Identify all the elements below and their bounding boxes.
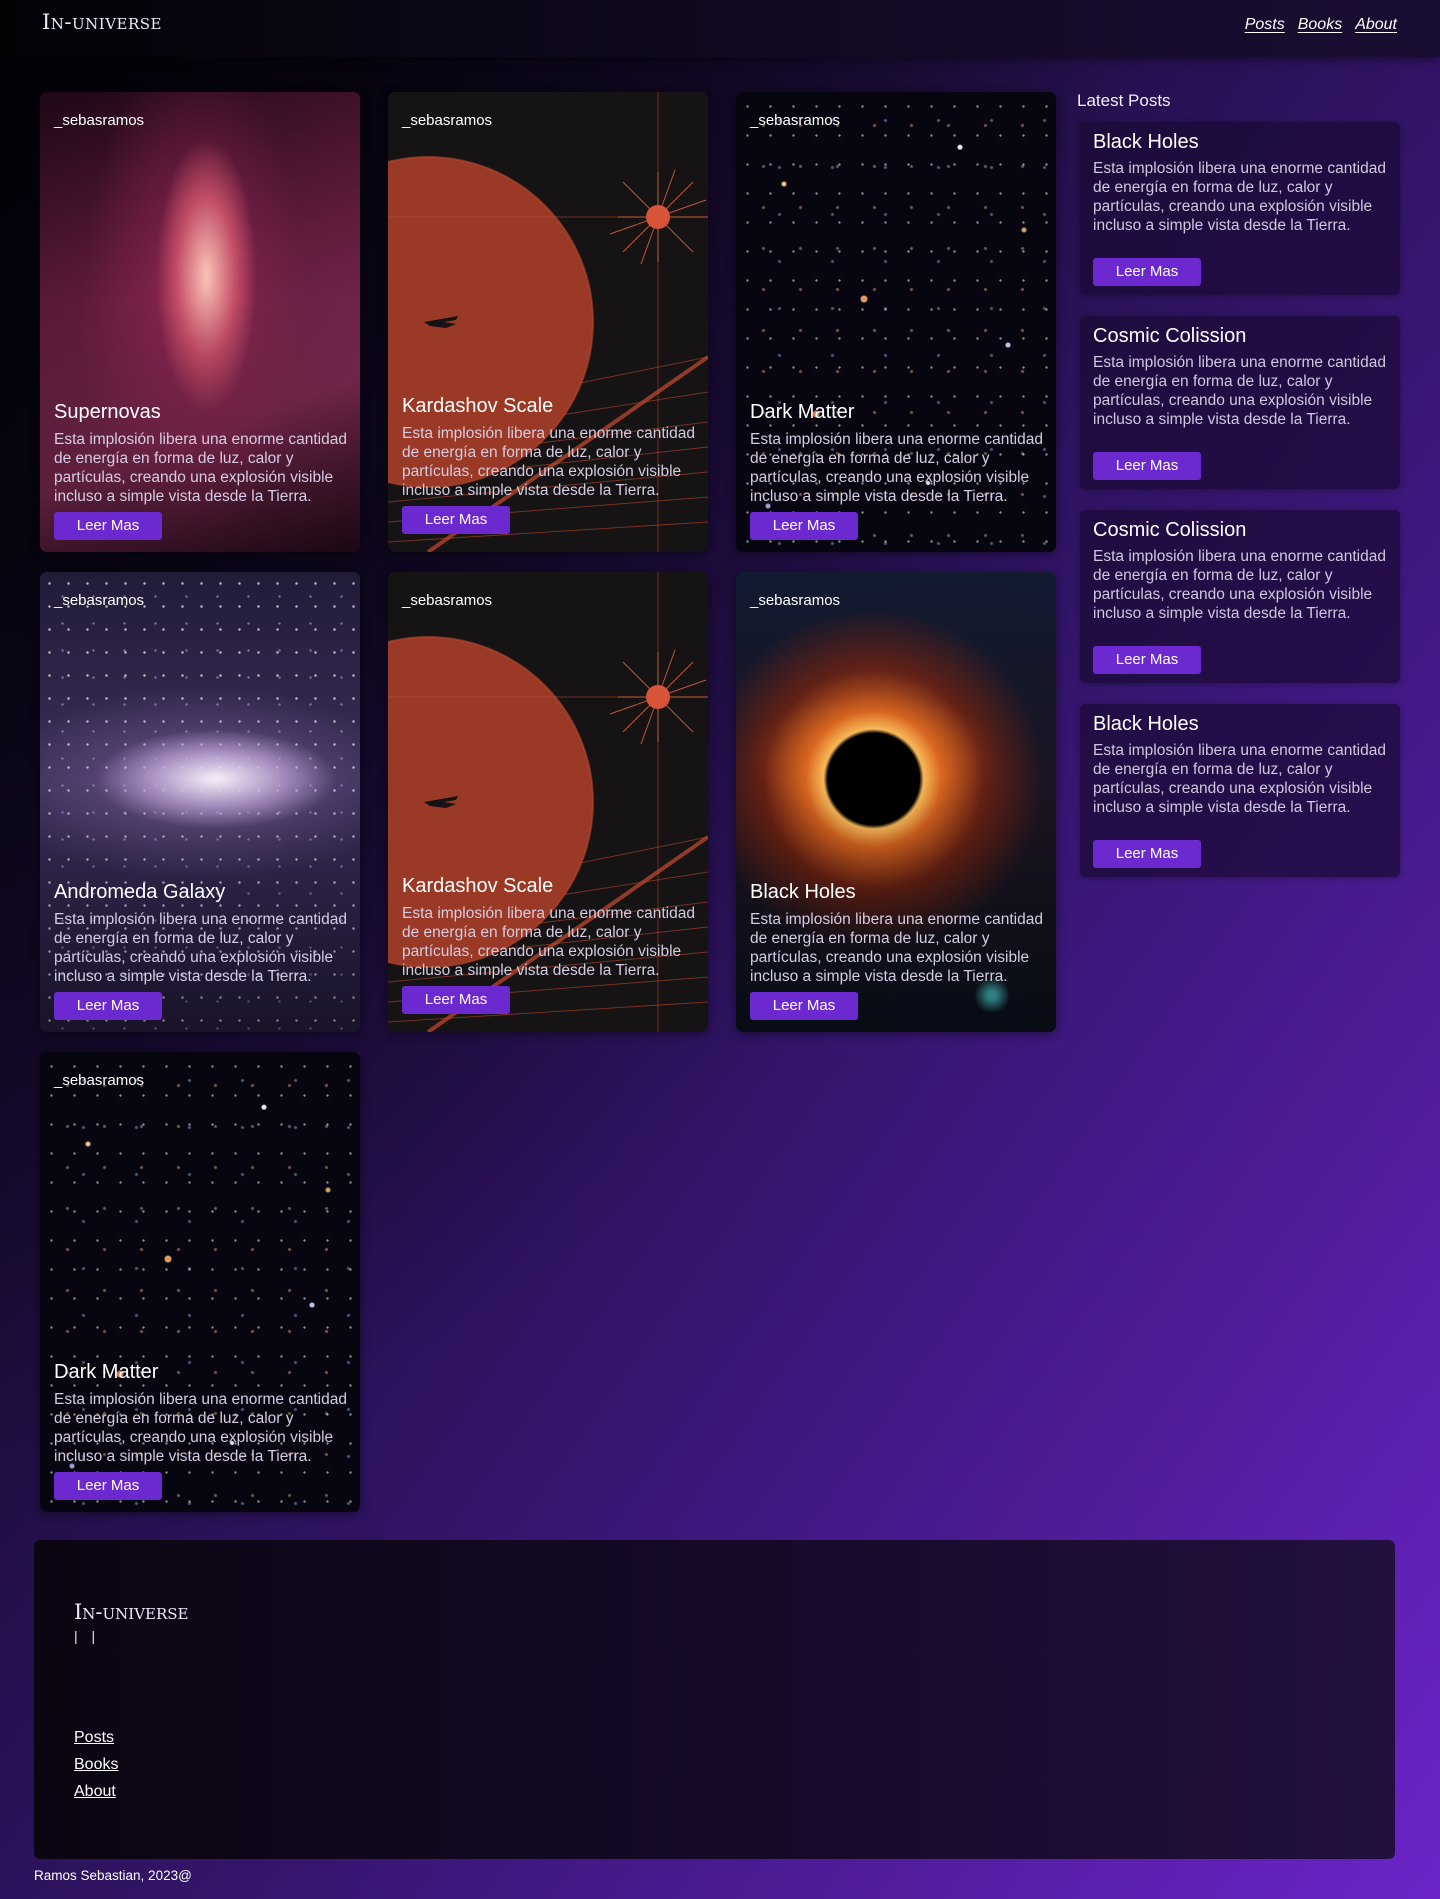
- latest-post-item[interactable]: Black Holes Esta implosión libera una en…: [1080, 122, 1400, 295]
- card-excerpt: Esta implosión libera una enorme cantida…: [402, 425, 695, 499]
- read-more-button[interactable]: Leer Mas: [54, 992, 162, 1020]
- card-author: _sebasramos: [750, 112, 841, 129]
- card-body: Dark Matter Esta implosión libera una en…: [54, 1361, 348, 1500]
- latest-post-excerpt: Esta implosión libera una enorme cantida…: [1093, 742, 1386, 816]
- card-body: Supernovas Esta implosión libera una eno…: [54, 401, 348, 540]
- read-more-button[interactable]: Leer Mas: [402, 506, 510, 534]
- top-navbar: In-universe Posts Books About: [0, 0, 1440, 57]
- read-more-button[interactable]: Leer Mas: [402, 986, 510, 1014]
- latest-post-item[interactable]: Cosmic Colission Esta implosión libera u…: [1080, 316, 1400, 489]
- latest-post-excerpt: Esta implosión libera una enorme cantida…: [1093, 354, 1386, 428]
- footer-link-about[interactable]: About: [74, 1782, 118, 1802]
- read-more-button[interactable]: Leer Mas: [1093, 452, 1201, 480]
- latest-post-item[interactable]: Black Holes Esta implosión libera una en…: [1080, 704, 1400, 877]
- card-author: _sebasramos: [750, 592, 841, 609]
- card-title: Kardashov Scale: [402, 395, 554, 417]
- nav-link-about[interactable]: About: [1355, 16, 1397, 34]
- card-body: Andromeda Galaxy Esta implosión libera u…: [54, 881, 348, 1020]
- card-title: Supernovas: [54, 401, 161, 423]
- card-excerpt: Esta implosión libera una enorme cantida…: [54, 431, 347, 505]
- copyright-text: Ramos Sebastian, 2023@: [34, 1868, 192, 1883]
- nav-link-books[interactable]: Books: [1298, 16, 1342, 34]
- card-body: Kardashov Scale Esta implosión libera un…: [402, 875, 696, 1014]
- read-more-button[interactable]: Leer Mas: [1093, 258, 1201, 286]
- latest-posts-heading: Latest Posts: [1077, 91, 1171, 110]
- read-more-button[interactable]: Leer Mas: [54, 1472, 162, 1500]
- footer-link-posts[interactable]: Posts: [74, 1728, 118, 1748]
- card-author: _sebasramos: [54, 112, 145, 129]
- read-more-button[interactable]: Leer Mas: [1093, 646, 1201, 674]
- card-body: Black Holes Esta implosión libera una en…: [750, 881, 1044, 1020]
- post-card-dark-matter[interactable]: _sebasramos Dark Matter Esta implosión l…: [736, 92, 1056, 552]
- card-body: Kardashov Scale Esta implosión libera un…: [402, 395, 696, 534]
- card-excerpt: Esta implosión libera una enorme cantida…: [402, 905, 695, 979]
- read-more-button[interactable]: Leer Mas: [750, 512, 858, 540]
- footer-logo[interactable]: In-universe: [74, 1600, 189, 1624]
- post-card-supernovas[interactable]: _sebasramos Supernovas Esta implosión li…: [40, 92, 360, 552]
- latest-post-title: Cosmic Colission: [1093, 325, 1247, 347]
- latest-post-excerpt: Esta implosión libera una enorme cantida…: [1093, 160, 1386, 234]
- latest-post-title: Black Holes: [1093, 131, 1199, 153]
- footer-divider: | |: [74, 1628, 101, 1644]
- card-excerpt: Esta implosión libera una enorme cantida…: [750, 911, 1043, 985]
- latest-post-excerpt: Esta implosión libera una enorme cantida…: [1093, 548, 1386, 622]
- post-card-andromeda-galaxy[interactable]: _sebasramos Andromeda Galaxy Esta implos…: [40, 572, 360, 1032]
- footer-link-books[interactable]: Books: [74, 1755, 118, 1775]
- latest-post-title: Black Holes: [1093, 713, 1199, 735]
- read-more-button[interactable]: Leer Mas: [54, 512, 162, 540]
- card-title: Dark Matter: [750, 401, 855, 423]
- latest-post-title: Cosmic Colission: [1093, 519, 1247, 541]
- card-excerpt: Esta implosión libera una enorme cantida…: [54, 911, 347, 985]
- card-author: _sebasramos: [54, 592, 145, 609]
- card-author: _sebasramos: [402, 592, 493, 609]
- post-card-kardashov-scale-2[interactable]: _sebasramos Kardashov Scale Esta implosi…: [388, 572, 708, 1032]
- nav-link-posts[interactable]: Posts: [1245, 16, 1285, 34]
- card-body: Dark Matter Esta implosión libera una en…: [750, 401, 1044, 540]
- card-title: Black Holes: [750, 881, 856, 903]
- card-title: Andromeda Galaxy: [54, 881, 226, 903]
- post-card-black-holes[interactable]: _sebasramos Black Holes Esta implosión l…: [736, 572, 1056, 1032]
- card-author: _sebasramos: [402, 112, 493, 129]
- post-card-kardashov-scale[interactable]: _sebasramos Kardashov Scale Esta implosi…: [388, 92, 708, 552]
- site-logo[interactable]: In-universe: [42, 10, 162, 34]
- read-more-button[interactable]: Leer Mas: [1093, 840, 1201, 868]
- card-author: _sebasramos: [54, 1072, 145, 1089]
- card-title: Kardashov Scale: [402, 875, 554, 897]
- site-footer: In-universe | | Posts Books About: [34, 1540, 1395, 1859]
- footer-nav: Posts Books About: [74, 1728, 118, 1809]
- read-more-button[interactable]: Leer Mas: [750, 992, 858, 1020]
- main-nav: Posts Books About: [1245, 16, 1397, 34]
- post-card-dark-matter-2[interactable]: _sebasramos Dark Matter Esta implosión l…: [40, 1052, 360, 1512]
- card-excerpt: Esta implosión libera una enorme cantida…: [750, 431, 1043, 505]
- latest-post-item[interactable]: Cosmic Colission Esta implosión libera u…: [1080, 510, 1400, 683]
- card-excerpt: Esta implosión libera una enorme cantida…: [54, 1391, 347, 1465]
- card-title: Dark Matter: [54, 1361, 159, 1383]
